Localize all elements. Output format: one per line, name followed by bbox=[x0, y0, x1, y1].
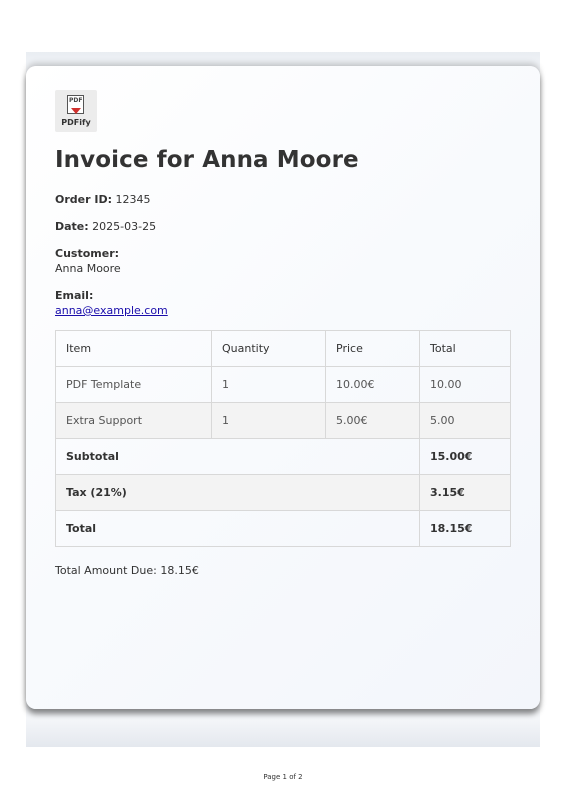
total-row: Total 18.15€ bbox=[55, 510, 511, 547]
subtotal-label: Subtotal bbox=[55, 438, 420, 475]
total-cell: 10.00 bbox=[419, 366, 511, 403]
order-id-field: Order ID: 12345 bbox=[55, 192, 511, 207]
invoice-table: Item Quantity Price Total PDF Template 1… bbox=[55, 330, 511, 547]
tax-row: Tax (21%) 3.15€ bbox=[55, 474, 511, 511]
invoice-title: Invoice for Anna Moore bbox=[55, 147, 359, 173]
column-header-price: Price bbox=[325, 330, 420, 367]
order-id-value: 12345 bbox=[115, 193, 151, 206]
column-header-item: Item bbox=[55, 330, 212, 367]
total-label: Total bbox=[55, 510, 420, 547]
total-cell: 5.00 bbox=[419, 402, 511, 439]
invoice-document: PDF PDFify Invoice for Anna Moore Order … bbox=[26, 66, 540, 709]
item-cell: Extra Support bbox=[55, 402, 212, 439]
price-cell: 5.00€ bbox=[325, 402, 420, 439]
subtotal-value: 15.00€ bbox=[419, 438, 511, 475]
table-row: Extra Support 1 5.00€ 5.00 bbox=[55, 402, 511, 439]
table-header-row: Item Quantity Price Total bbox=[55, 330, 511, 367]
quantity-cell: 1 bbox=[211, 366, 326, 403]
date-value: 2025-03-25 bbox=[92, 220, 157, 233]
price-cell: 10.00€ bbox=[325, 366, 420, 403]
email-label: Email: bbox=[55, 289, 94, 302]
column-header-quantity: Quantity bbox=[211, 330, 326, 367]
pdfify-logo: PDF PDFify bbox=[55, 90, 97, 132]
table-row: PDF Template 1 10.00€ 10.00 bbox=[55, 366, 511, 403]
total-value: 18.15€ bbox=[419, 510, 511, 547]
customer-value: Anna Moore bbox=[55, 262, 121, 275]
logo-text: PDFify bbox=[61, 118, 91, 127]
date-label: Date: bbox=[55, 220, 89, 233]
amount-due: Total Amount Due: 18.15€ bbox=[55, 564, 199, 577]
customer-field: Customer: Anna Moore bbox=[55, 246, 511, 276]
pdf-icon-label: PDF bbox=[69, 97, 83, 104]
subtotal-row: Subtotal 15.00€ bbox=[55, 438, 511, 475]
email-field: Email: anna@example.com bbox=[55, 288, 511, 318]
email-link[interactable]: anna@example.com bbox=[55, 304, 168, 317]
tax-label: Tax (21%) bbox=[55, 474, 420, 511]
item-cell: PDF Template bbox=[55, 366, 212, 403]
customer-label: Customer: bbox=[55, 247, 120, 260]
page-number: Page 1 of 2 bbox=[263, 773, 303, 781]
column-header-total: Total bbox=[419, 330, 511, 367]
quantity-cell: 1 bbox=[211, 402, 326, 439]
download-arrow-icon bbox=[71, 108, 81, 114]
order-id-label: Order ID: bbox=[55, 193, 112, 206]
tax-value: 3.15€ bbox=[419, 474, 511, 511]
date-field: Date: 2025-03-25 bbox=[55, 219, 511, 234]
